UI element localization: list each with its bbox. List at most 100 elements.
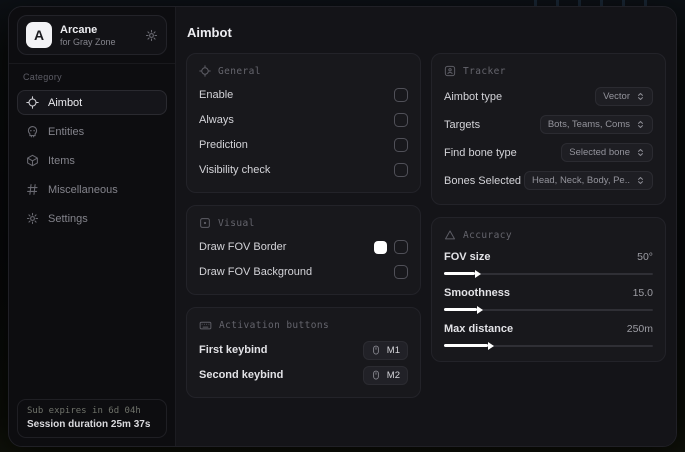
setting-label: Enable xyxy=(199,89,234,101)
chevron-up-down-icon xyxy=(636,148,645,157)
cube-icon xyxy=(26,154,39,167)
category-label: Category xyxy=(23,72,62,82)
fov-border-color-swatch[interactable] xyxy=(374,240,387,254)
visual-card: Visual Draw FOV Border Draw FOV Backgrou… xyxy=(186,205,421,295)
setting-label: Draw FOV Border xyxy=(199,241,287,253)
setting-row-aimbot-type: Aimbot type Vector xyxy=(444,84,653,109)
app-logo: A xyxy=(26,22,52,48)
general-card: General Enable Always Prediction Visibil… xyxy=(186,53,421,193)
chevron-up-down-icon xyxy=(636,176,645,185)
sidebar-item-label: Aimbot xyxy=(48,96,83,109)
slider-fill[interactable] xyxy=(444,305,484,314)
draw-fov-background-checkbox[interactable] xyxy=(394,265,408,279)
sub-expires-text: Sub expires in 6d 04h xyxy=(27,406,141,416)
gear-icon[interactable] xyxy=(145,29,158,42)
keybind-value: M1 xyxy=(386,344,400,356)
general-card-header: General xyxy=(199,65,408,77)
setting-row-find-bone-type: Find bone type Selected bone xyxy=(444,140,653,165)
find-bone-type-dropdown[interactable]: Selected bone xyxy=(561,143,653,162)
dropdown-value: Bots, Teams, Coms xyxy=(547,119,630,130)
frame-icon xyxy=(199,217,211,229)
sidebar-item-settings[interactable]: Settings xyxy=(17,206,167,231)
setting-row-enable: Enable xyxy=(199,84,408,106)
prediction-checkbox[interactable] xyxy=(394,138,408,152)
fov-size-value: 50° xyxy=(637,251,653,263)
setting-row-draw-fov-background: Draw FOV Background xyxy=(199,261,408,283)
left-column: General Enable Always Prediction Visibil… xyxy=(186,53,421,398)
mouse-icon xyxy=(371,345,381,355)
chevron-up-down-icon xyxy=(636,120,645,129)
activation-buttons-card: Activation buttons First keybind M1 Seco… xyxy=(186,307,421,398)
always-checkbox[interactable] xyxy=(394,113,408,127)
section-title: Accuracy xyxy=(463,229,512,241)
keyboard-icon xyxy=(199,319,212,332)
section-title: General xyxy=(218,65,261,77)
main-panel: Aimbot General Enable Always Prediction … xyxy=(176,7,676,446)
gear-icon xyxy=(26,212,39,225)
page-title: Aimbot xyxy=(187,25,232,40)
hash-icon xyxy=(26,183,39,196)
setting-label: Visibility check xyxy=(199,164,271,176)
setting-label: Targets xyxy=(444,118,481,131)
sidebar-item-aimbot[interactable]: Aimbot xyxy=(17,90,167,115)
right-column: Tracker Aimbot type Vector Targets Bots,… xyxy=(431,53,666,398)
setting-label: First keybind xyxy=(199,344,268,356)
dropdown-value: Vector xyxy=(603,91,630,102)
visibility-check-checkbox[interactable] xyxy=(394,163,408,177)
setting-label: Second keybind xyxy=(199,369,284,381)
mouse-icon xyxy=(371,370,381,380)
app-window: A Arcane for Gray Zone Category Aimbot E… xyxy=(8,6,677,447)
setting-row-prediction: Prediction xyxy=(199,134,408,156)
crosshair-icon xyxy=(199,65,211,77)
sidebar-item-miscellaneous[interactable]: Miscellaneous xyxy=(17,177,167,202)
skull-icon xyxy=(26,125,39,138)
setting-label: Smoothness xyxy=(444,287,511,299)
accuracy-card: Accuracy FOV size 50° Smoothness 15.0 Ma… xyxy=(431,217,666,362)
accuracy-card-header: Accuracy xyxy=(444,229,653,241)
app-title-block: Arcane for Gray Zone xyxy=(60,24,116,47)
slider-fill[interactable] xyxy=(444,341,494,350)
section-title: Activation buttons xyxy=(219,320,330,331)
tracker-card: Tracker Aimbot type Vector Targets Bots,… xyxy=(431,53,666,205)
app-subtitle: for Gray Zone xyxy=(60,36,116,47)
session-duration-text: Session duration 25m 37s xyxy=(27,419,151,430)
setting-row-targets: Targets Bots, Teams, Coms xyxy=(444,112,653,137)
enable-checkbox[interactable] xyxy=(394,88,408,102)
activation-card-header: Activation buttons xyxy=(199,319,408,332)
setting-label: Prediction xyxy=(199,139,248,151)
setting-group-fov-size: FOV size 50° xyxy=(444,248,653,278)
sidebar-item-items[interactable]: Items xyxy=(17,148,167,173)
fov-size-slider[interactable] xyxy=(444,269,653,278)
sidebar-divider xyxy=(9,63,175,64)
app-header-card: A Arcane for Gray Zone xyxy=(17,15,167,55)
bones-selected-dropdown[interactable]: Head, Neck, Body, Pe.. xyxy=(523,171,653,190)
dropdown-value: Head, Neck, Body, Pe.. xyxy=(531,175,630,186)
dropdown-value: Selected bone xyxy=(569,147,630,158)
slider-fill[interactable] xyxy=(444,269,482,278)
second-keybind-button[interactable]: M2 xyxy=(362,365,408,385)
sidebar-item-entities[interactable]: Entities xyxy=(17,119,167,144)
setting-group-max-distance: Max distance 250m xyxy=(444,320,653,350)
sidebar-item-label: Miscellaneous xyxy=(48,183,118,196)
setting-label: Find bone type xyxy=(444,146,517,159)
targets-dropdown[interactable]: Bots, Teams, Coms xyxy=(539,115,653,134)
max-distance-slider[interactable] xyxy=(444,341,653,350)
setting-row-first-keybind: First keybind M1 xyxy=(199,339,408,361)
sidebar-item-label: Settings xyxy=(48,212,88,225)
draw-fov-border-checkbox[interactable] xyxy=(394,240,408,254)
chevron-up-down-icon xyxy=(636,92,645,101)
setting-label: Max distance xyxy=(444,323,514,335)
first-keybind-button[interactable]: M1 xyxy=(362,340,408,360)
sidebar: A Arcane for Gray Zone Category Aimbot E… xyxy=(9,7,176,446)
setting-row-always: Always xyxy=(199,109,408,131)
setting-row-visibility-check: Visibility check xyxy=(199,159,408,181)
tracker-card-header: Tracker xyxy=(444,65,653,77)
setting-label: Aimbot type xyxy=(444,90,503,103)
visual-card-header: Visual xyxy=(199,217,408,229)
app-name: Arcane xyxy=(60,23,98,36)
smoothness-value: 15.0 xyxy=(632,287,653,299)
aimbot-type-dropdown[interactable]: Vector xyxy=(595,87,653,106)
setting-label: Draw FOV Background xyxy=(199,266,313,278)
smoothness-slider[interactable] xyxy=(444,305,653,314)
subscription-info-box: Sub expires in 6d 04h Session duration 2… xyxy=(17,399,167,438)
